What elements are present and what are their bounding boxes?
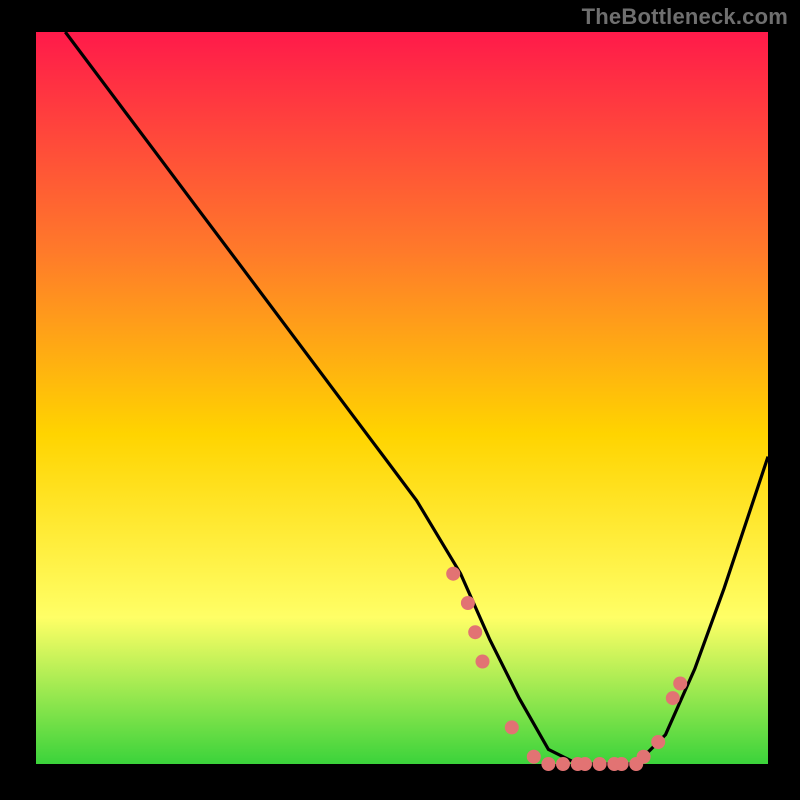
data-point: [556, 757, 570, 771]
data-point: [505, 720, 519, 734]
data-point: [637, 750, 651, 764]
data-point: [578, 757, 592, 771]
data-point: [615, 757, 629, 771]
data-point: [461, 596, 475, 610]
data-point: [666, 691, 680, 705]
watermark-text: TheBottleneck.com: [582, 4, 788, 30]
bottleneck-chart: [0, 0, 800, 800]
data-point: [541, 757, 555, 771]
data-point: [446, 567, 460, 581]
data-point: [527, 750, 541, 764]
data-point: [476, 655, 490, 669]
data-point: [651, 735, 665, 749]
chart-container: TheBottleneck.com: [0, 0, 800, 800]
data-point: [593, 757, 607, 771]
data-point: [468, 625, 482, 639]
data-point: [673, 677, 687, 691]
